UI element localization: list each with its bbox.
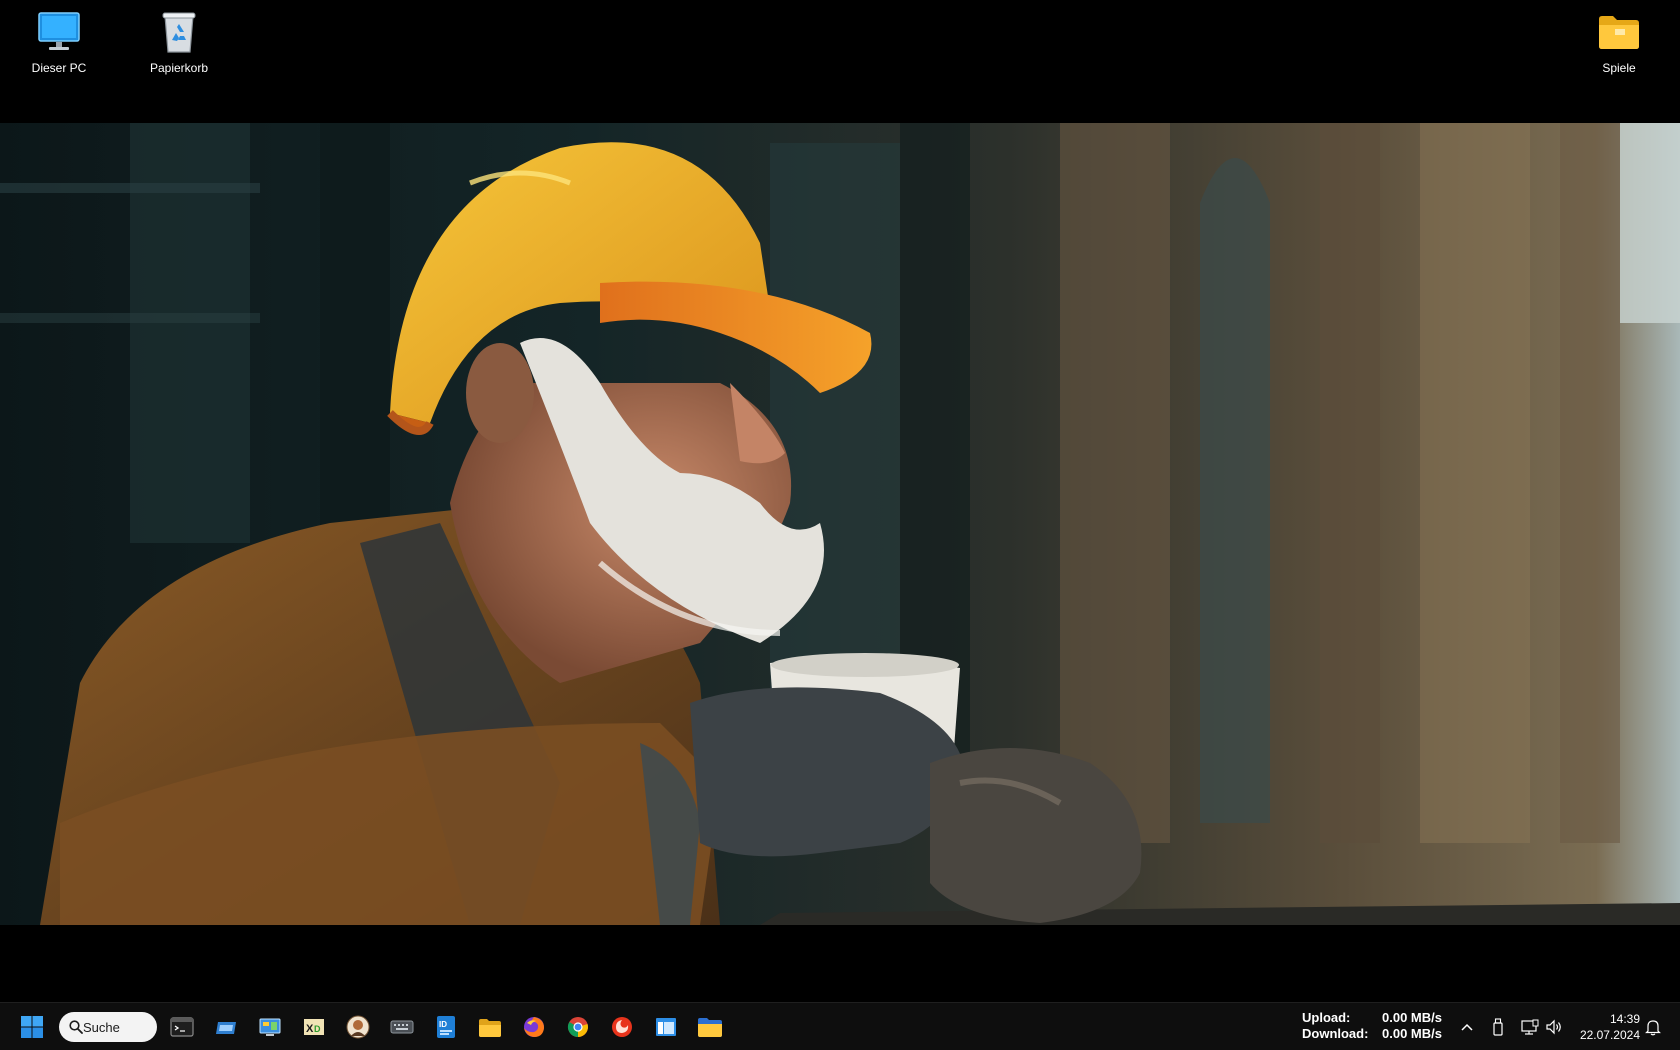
taskbar-app-firefox[interactable] — [518, 1011, 550, 1043]
taskbar-clock[interactable]: 14:39 22.07.2024 — [1570, 1011, 1640, 1043]
taskbar-app-media-player[interactable] — [606, 1011, 638, 1043]
svg-text:D: D — [314, 1024, 321, 1034]
tray-volume[interactable] — [1543, 1015, 1565, 1039]
svg-text:ID: ID — [439, 1020, 447, 1029]
chevron-up-icon — [1461, 1023, 1473, 1031]
tray-usb[interactable] — [1487, 1015, 1509, 1039]
network-icon — [1521, 1019, 1539, 1035]
folder-icon — [698, 1018, 722, 1037]
taskbar-app-chrome[interactable] — [562, 1011, 594, 1043]
download-label: Download: — [1302, 1026, 1369, 1041]
upload-value: 0.00 MB/s — [1382, 1010, 1442, 1025]
xnview-icon: X D — [304, 1019, 324, 1035]
taskbar-app-portrait[interactable] — [342, 1011, 374, 1043]
taskbar-app-control-panel[interactable] — [254, 1011, 286, 1043]
desktop-icon-recycle-bin[interactable]: Papierkorb — [124, 8, 234, 75]
taskbar: Suche X D ID Upload: 0.00 MB/s Download:… — [0, 1002, 1680, 1050]
desktop-icon-label: Papierkorb — [149, 61, 209, 75]
control-panel-icon — [259, 1018, 281, 1036]
taskbar-app-id-card[interactable]: ID — [430, 1011, 462, 1043]
taskbar-app-window[interactable] — [650, 1011, 682, 1043]
desktop: Dieser PC Papierkorb Spiele Suche X D ID… — [0, 0, 1680, 1050]
taskbar-search[interactable]: Suche — [59, 1012, 157, 1042]
start-button[interactable] — [16, 1011, 48, 1043]
svg-text:X: X — [306, 1023, 314, 1035]
notification-center-button[interactable] — [1642, 1015, 1664, 1039]
show-hidden-icons-button[interactable] — [1456, 1015, 1478, 1039]
download-value: 0.00 MB/s — [1382, 1026, 1442, 1041]
taskbar-app-xnview[interactable]: X D — [298, 1011, 330, 1043]
taskbar-app-folder[interactable] — [694, 1011, 726, 1043]
taskbar-app-drive[interactable] — [210, 1011, 242, 1043]
usb-icon — [1493, 1018, 1503, 1036]
media-player-icon — [612, 1017, 632, 1037]
clock-date: 22.07.2024 — [1579, 1028, 1640, 1042]
upload-label: Upload: — [1302, 1010, 1351, 1025]
notification-bell-icon — [1645, 1020, 1661, 1036]
recycle-bin-icon — [155, 8, 203, 56]
desktop-icon-label: Spiele — [1602, 61, 1636, 75]
keyboard-icon — [390, 1020, 414, 1034]
desktop-icon-this-pc[interactable]: Dieser PC — [4, 8, 114, 75]
chrome-icon — [567, 1017, 588, 1038]
app-portrait-icon — [346, 1015, 370, 1039]
wallpaper-photo — [0, 123, 1680, 925]
tray-network[interactable] — [1519, 1015, 1541, 1039]
window-app-icon — [656, 1018, 676, 1036]
search-label: Suche — [83, 1019, 120, 1035]
terminal-icon — [170, 1017, 194, 1037]
clock-time: 14:39 — [1609, 1012, 1640, 1026]
taskbar-app-terminal[interactable] — [166, 1011, 198, 1043]
network-speed-meter: Upload: 0.00 MB/s Download: 0.00 MB/s — [1302, 1010, 1442, 1044]
speaker-icon — [1546, 1019, 1561, 1035]
wallpaper-illustration — [0, 123, 1680, 925]
desktop-icon-games-folder[interactable]: Spiele — [1564, 8, 1674, 75]
firefox-icon — [524, 1017, 544, 1037]
monitor-icon — [35, 8, 83, 56]
file-explorer-icon — [479, 1019, 501, 1037]
id-card-icon: ID — [437, 1016, 455, 1038]
taskbar-app-file-explorer[interactable] — [474, 1011, 506, 1043]
folder-icon — [1595, 8, 1643, 56]
desktop-icon-label: Dieser PC — [31, 61, 87, 75]
windows-start-icon — [21, 1016, 43, 1038]
taskbar-app-keyboard[interactable] — [386, 1011, 418, 1043]
search-icon — [69, 1020, 83, 1034]
drive-icon — [216, 1022, 236, 1034]
